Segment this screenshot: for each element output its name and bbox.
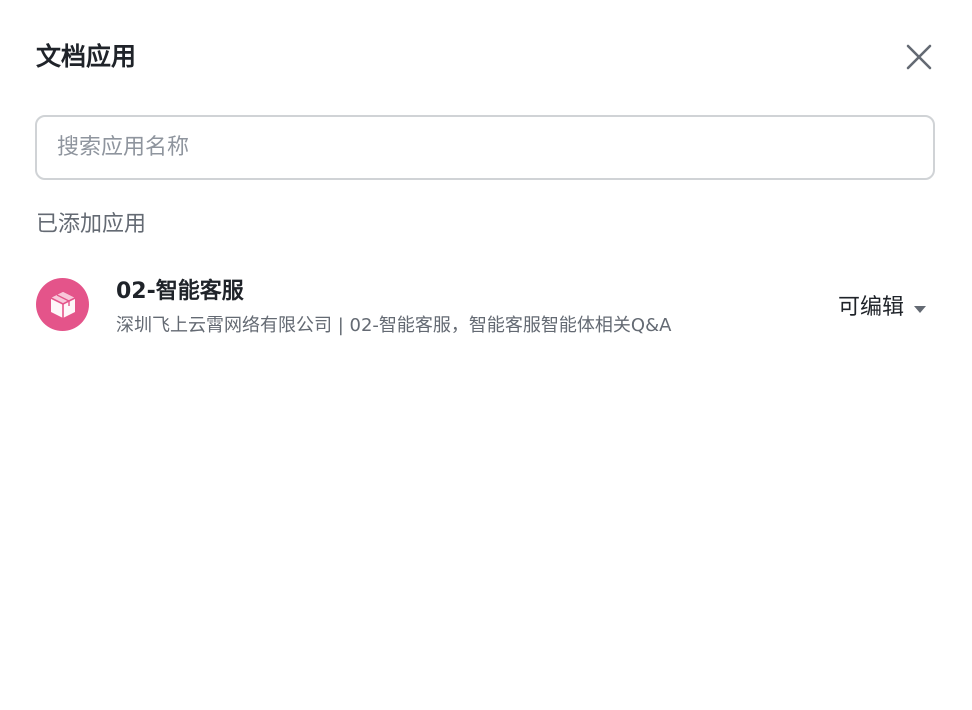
cube-icon bbox=[50, 291, 75, 318]
search-input[interactable] bbox=[37, 117, 933, 178]
dialog-title: 文档应用 bbox=[36, 42, 137, 71]
app-list-item: 02-智能客服 深圳飞上云霄网络有限公司 | 02-智能客服，智能客服智能体相关… bbox=[36, 272, 936, 344]
added-apps-label: 已添加应用 bbox=[36, 212, 147, 237]
permission-dropdown[interactable]: 可编辑 bbox=[838, 292, 926, 324]
document-apps-dialog: 文档应用 已添加应用 02-智能客服 深圳飞上云霄网络有限公司 | 02-智能客… bbox=[0, 0, 972, 710]
close-icon bbox=[906, 44, 932, 70]
app-description: 深圳飞上云霄网络有限公司 | 02-智能客服，智能客服智能体相关Q&A bbox=[116, 315, 672, 336]
search-box bbox=[35, 115, 935, 180]
permission-label: 可编辑 bbox=[837, 295, 904, 320]
dialog-header: 文档应用 bbox=[36, 38, 936, 78]
close-button[interactable] bbox=[902, 40, 936, 74]
app-name: 02-智能客服 bbox=[116, 279, 244, 304]
caret-down-icon bbox=[914, 305, 926, 313]
app-avatar bbox=[36, 278, 89, 331]
